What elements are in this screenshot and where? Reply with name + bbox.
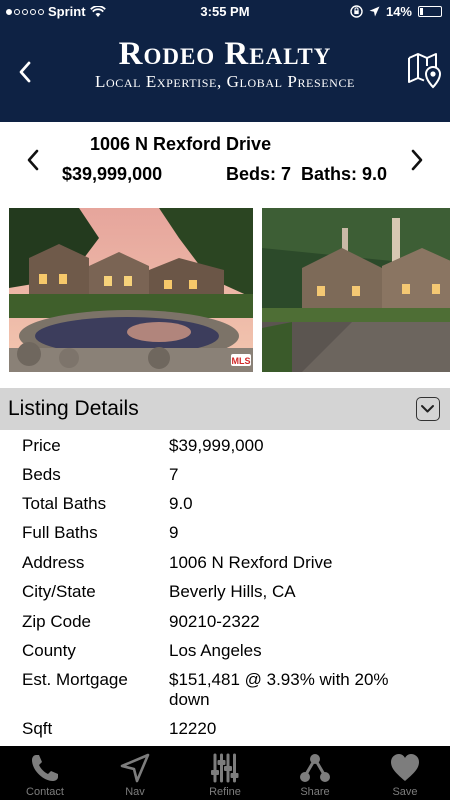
detail-value: $151,481 @ 3.93% with 20% down [169, 670, 389, 709]
detail-value: 90210-2322 [169, 612, 260, 631]
bottom-tab-bar: Contact Nav Refine Share Save [0, 746, 450, 800]
tab-label: Contact [26, 786, 64, 798]
next-listing-button[interactable] [406, 146, 428, 174]
photo-carousel[interactable]: MLS [0, 204, 450, 376]
app-header: Sprint 3:55 PM 14% Rodeo Realty Local Ex… [0, 0, 450, 122]
previous-listing-button[interactable] [22, 146, 44, 174]
detail-label: Address [22, 553, 85, 572]
house-pool-photo: MLS [9, 208, 253, 372]
sliders-icon [211, 753, 239, 783]
detail-value: 9.0 [169, 494, 193, 513]
tab-save[interactable]: Save [360, 746, 450, 800]
tab-nav[interactable]: Nav [90, 746, 180, 800]
detail-value: Beverly Hills, CA [169, 582, 296, 601]
tab-refine[interactable]: Refine [180, 746, 270, 800]
back-button[interactable] [14, 58, 36, 86]
detail-label: Zip Code [22, 612, 91, 631]
listing-beds-baths: Beds: 7 Baths: 9.0 [226, 164, 388, 184]
map-button[interactable] [406, 50, 442, 90]
listing-photo[interactable] [262, 208, 450, 372]
status-bar: Sprint 3:55 PM 14% [0, 0, 450, 22]
tab-label: Nav [125, 786, 145, 798]
tab-label: Save [392, 786, 418, 798]
mls-badge: MLS [232, 356, 251, 366]
share-icon [300, 754, 330, 782]
battery-percent: 14% [385, 4, 412, 19]
map-pin-icon [408, 53, 442, 89]
listing-details-header[interactable]: Listing Details [0, 388, 450, 430]
chevron-left-icon [27, 149, 39, 171]
listing-price: $39,999,000 [62, 164, 163, 184]
navigation-arrow-icon [120, 753, 150, 783]
driveway-photo [262, 208, 450, 372]
listing-details-title: Listing Details [8, 397, 139, 420]
battery-icon [418, 6, 442, 17]
detail-label: County [22, 641, 76, 660]
orientation-lock-icon [350, 5, 363, 18]
chevron-left-icon [19, 61, 31, 83]
detail-value: 12220 [169, 719, 217, 738]
tab-label: Share [300, 786, 330, 798]
detail-value: 1006 N Rexford Drive [169, 553, 333, 572]
heart-icon [391, 754, 419, 781]
detail-value: $39,999,000 [169, 436, 264, 455]
tab-label: Refine [209, 786, 241, 798]
detail-label: Price [22, 436, 61, 455]
brand-title: Rodeo Realty [118, 36, 332, 72]
tab-share[interactable]: Share [270, 746, 360, 800]
collapse-details-button[interactable] [416, 397, 440, 421]
detail-label: Beds [22, 465, 61, 484]
detail-label: Sqft [22, 719, 53, 738]
tab-contact[interactable]: Contact [0, 746, 90, 800]
chevron-down-icon [421, 405, 434, 413]
brand-tagline: Local Expertise, Global Presence [95, 72, 355, 91]
detail-label: City/State [22, 582, 96, 601]
location-services-icon [369, 6, 380, 17]
listing-address: 1006 N Rexford Drive [90, 134, 272, 154]
detail-label: Full Baths [22, 523, 98, 542]
detail-label: Est. Mortgage [22, 670, 128, 689]
detail-label: Total Baths [22, 494, 107, 513]
status-right: 14% [350, 4, 442, 19]
detail-value: 7 [169, 465, 179, 484]
detail-value: Los Angeles [169, 641, 262, 660]
detail-value: 9 [169, 523, 179, 542]
phone-icon [32, 755, 58, 781]
chevron-right-icon [411, 149, 423, 171]
listing-summary: 1006 N Rexford Drive $39,999,000 Beds: 7… [0, 122, 450, 204]
listing-photo[interactable]: MLS [9, 208, 253, 372]
